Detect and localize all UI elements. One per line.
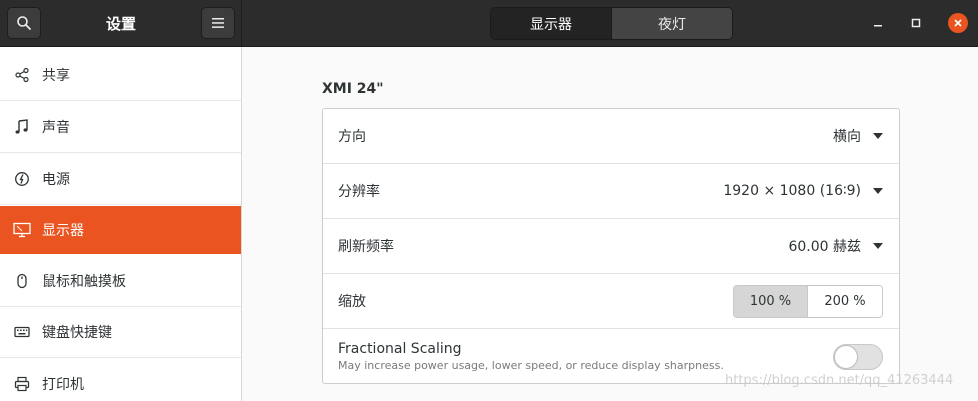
close-icon (954, 19, 962, 27)
sidebar-item-power[interactable]: 电源 (0, 154, 241, 205)
sidebar-item-label: 共享 (42, 68, 70, 84)
music-note-icon (13, 118, 31, 136)
sidebar-item-label: 显示器 (42, 223, 84, 239)
search-button[interactable] (7, 7, 41, 39)
sidebar-item-keyboard-shortcuts[interactable]: 键盘快捷键 (0, 307, 241, 358)
tab-display[interactable]: 显示器 (491, 8, 612, 39)
sidebar: 共享 声音 电源 显示器 鼠标和触摸板 键盘快捷键 打印机 (0, 47, 242, 401)
scale-selector: 100 % 200 % (733, 284, 883, 318)
watermark: https://blog.csdn.net/qq_41263444 (725, 373, 954, 388)
toggle-knob (834, 344, 858, 369)
minimize-icon (874, 25, 882, 27)
mouse-icon (13, 272, 31, 290)
scale-option-100[interactable]: 100 % (734, 285, 808, 317)
hamburger-menu-icon (212, 18, 224, 28)
minimize-button[interactable] (868, 13, 888, 33)
app-title: 设置 (105, 15, 136, 33)
sidebar-item-label: 声音 (42, 120, 70, 136)
header-left: 设置 (0, 0, 242, 47)
resolution-value[interactable]: 1920 × 1080 (16∶9) (723, 183, 861, 199)
refresh-rate-value[interactable]: 60.00 赫兹 (788, 236, 861, 256)
share-icon (13, 66, 31, 84)
dropdown-arrow-icon[interactable] (873, 133, 883, 139)
orientation-row[interactable]: 方向 横向 (323, 109, 899, 164)
close-button[interactable] (948, 13, 968, 33)
sidebar-item-displays[interactable]: 显示器 (0, 206, 241, 254)
display-settings-panel: XMI 24" 方向 横向 分辨率 1920 × 1080 (16∶9) 刷新频… (243, 47, 978, 401)
scale-label: 缩放 (338, 294, 366, 310)
sidebar-item-label: 打印机 (42, 376, 84, 393)
sidebar-item-label: 电源 (42, 172, 70, 188)
settings-window: 设置 显示器 夜灯 共享 声音 电源 显示器 鼠标和触摸板 键盘快捷键 打印机 … (0, 0, 978, 401)
dropdown-arrow-icon[interactable] (873, 188, 883, 194)
fractional-scaling-text: Fractional Scaling May increase power us… (338, 341, 833, 372)
power-icon (13, 170, 31, 188)
dropdown-arrow-icon[interactable] (873, 243, 883, 249)
sidebar-item-label: 键盘快捷键 (42, 325, 112, 341)
fractional-scaling-toggle[interactable] (833, 343, 883, 370)
display-icon (13, 221, 31, 239)
maximize-button[interactable] (906, 13, 926, 33)
fractional-scaling-title: Fractional Scaling (338, 341, 462, 357)
resolution-label: 分辨率 (338, 184, 380, 200)
orientation-label: 方向 (338, 129, 366, 145)
refresh-rate-label: 刷新频率 (338, 239, 394, 255)
view-switcher: 显示器 夜灯 (490, 7, 733, 40)
scale-option-200[interactable]: 200 % (808, 285, 882, 317)
orientation-value[interactable]: 横向 (833, 126, 861, 146)
tab-night-light[interactable]: 夜灯 (612, 8, 732, 39)
sidebar-item-printers[interactable]: 打印机 (0, 358, 241, 401)
monitor-name: XMI 24" (322, 81, 384, 97)
sidebar-item-sharing[interactable]: 共享 (0, 50, 241, 101)
maximize-icon (911, 18, 921, 28)
refresh-rate-row[interactable]: 刷新频率 60.00 赫兹 (323, 219, 899, 274)
menu-button[interactable] (201, 7, 235, 39)
scale-row: 缩放 100 % 200 % (323, 274, 899, 329)
header-bar: 设置 显示器 夜灯 (0, 0, 978, 47)
fractional-scaling-description: May increase power usage, lower speed, o… (338, 359, 724, 372)
display-settings-list: 方向 横向 分辨率 1920 × 1080 (16∶9) 刷新频率 60.00 … (322, 108, 900, 384)
printer-icon (13, 375, 31, 393)
search-icon (17, 16, 31, 30)
resolution-row[interactable]: 分辨率 1920 × 1080 (16∶9) (323, 164, 899, 219)
sidebar-item-sound[interactable]: 声音 (0, 102, 241, 153)
keyboard-icon (13, 323, 31, 341)
sidebar-item-mouse-touchpad[interactable]: 鼠标和触摸板 (0, 256, 241, 307)
sidebar-item-label: 鼠标和触摸板 (42, 274, 126, 290)
